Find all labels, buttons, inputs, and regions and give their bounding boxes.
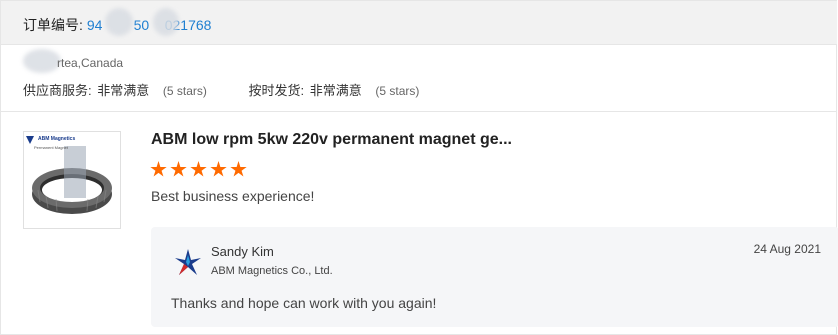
buyer-location-text: rtea,Canada bbox=[57, 56, 124, 70]
rating-stars-text: (5 stars) bbox=[375, 84, 420, 98]
redaction-blur bbox=[105, 8, 133, 36]
rating-label: 供应商服务: bbox=[23, 83, 92, 98]
rating-stars-text: (5 stars) bbox=[162, 84, 207, 98]
star-icon bbox=[150, 161, 167, 177]
thumbnail-sub-text: Permanent Magnet bbox=[34, 145, 69, 150]
buyer-location: rtea,Canada bbox=[23, 56, 123, 70]
buyer-review-text: Best business experience! bbox=[151, 188, 315, 204]
reply-author-name: Sandy Kim bbox=[211, 244, 274, 259]
feedback-card: 订单编号: 94 50 021768 rtea,Canada 供应商服务: 非常满… bbox=[0, 0, 838, 335]
company-logo-icon bbox=[175, 249, 201, 275]
seller-ratings: 供应商服务: 非常满意 (5 stars) 按时发货: 非常满意 (5 star… bbox=[23, 80, 457, 99]
star-icon bbox=[210, 161, 227, 177]
reply-message: Thanks and hope can work with you again! bbox=[171, 295, 437, 311]
section-divider bbox=[1, 111, 837, 112]
order-header: 订单编号: 94 50 021768 bbox=[1, 1, 837, 45]
rating-label: 按时发货: bbox=[248, 83, 305, 98]
rating-supplier-service: 供应商服务: 非常满意 (5 stars) bbox=[23, 80, 207, 99]
order-number-label: 订单编号: bbox=[23, 17, 83, 33]
rating-value: 非常满意 bbox=[97, 83, 150, 98]
rating-value: 非常满意 bbox=[309, 83, 362, 98]
star-icon bbox=[190, 161, 207, 177]
star-icon bbox=[230, 161, 247, 177]
star-rating bbox=[150, 161, 247, 179]
star-icon bbox=[170, 161, 187, 177]
reply-company-name: ABM Magnetics Co., Ltd. bbox=[211, 265, 333, 277]
product-thumbnail[interactable]: ABM Magnetics Permanent Magnet bbox=[23, 131, 121, 229]
thumbnail-brand-text: ABM Magnetics bbox=[38, 136, 76, 142]
reply-date: 24 Aug 2021 bbox=[753, 242, 821, 256]
product-title-link[interactable]: ABM low rpm 5kw 220v permanent magnet ge… bbox=[151, 131, 512, 149]
redaction-blur bbox=[153, 8, 179, 36]
rating-on-time-shipping: 按时发货: 非常满意 (5 stars) bbox=[249, 80, 420, 99]
seller-reply: Sandy Kim 24 Aug 2021 ABM Magnetics Co.,… bbox=[151, 227, 838, 327]
